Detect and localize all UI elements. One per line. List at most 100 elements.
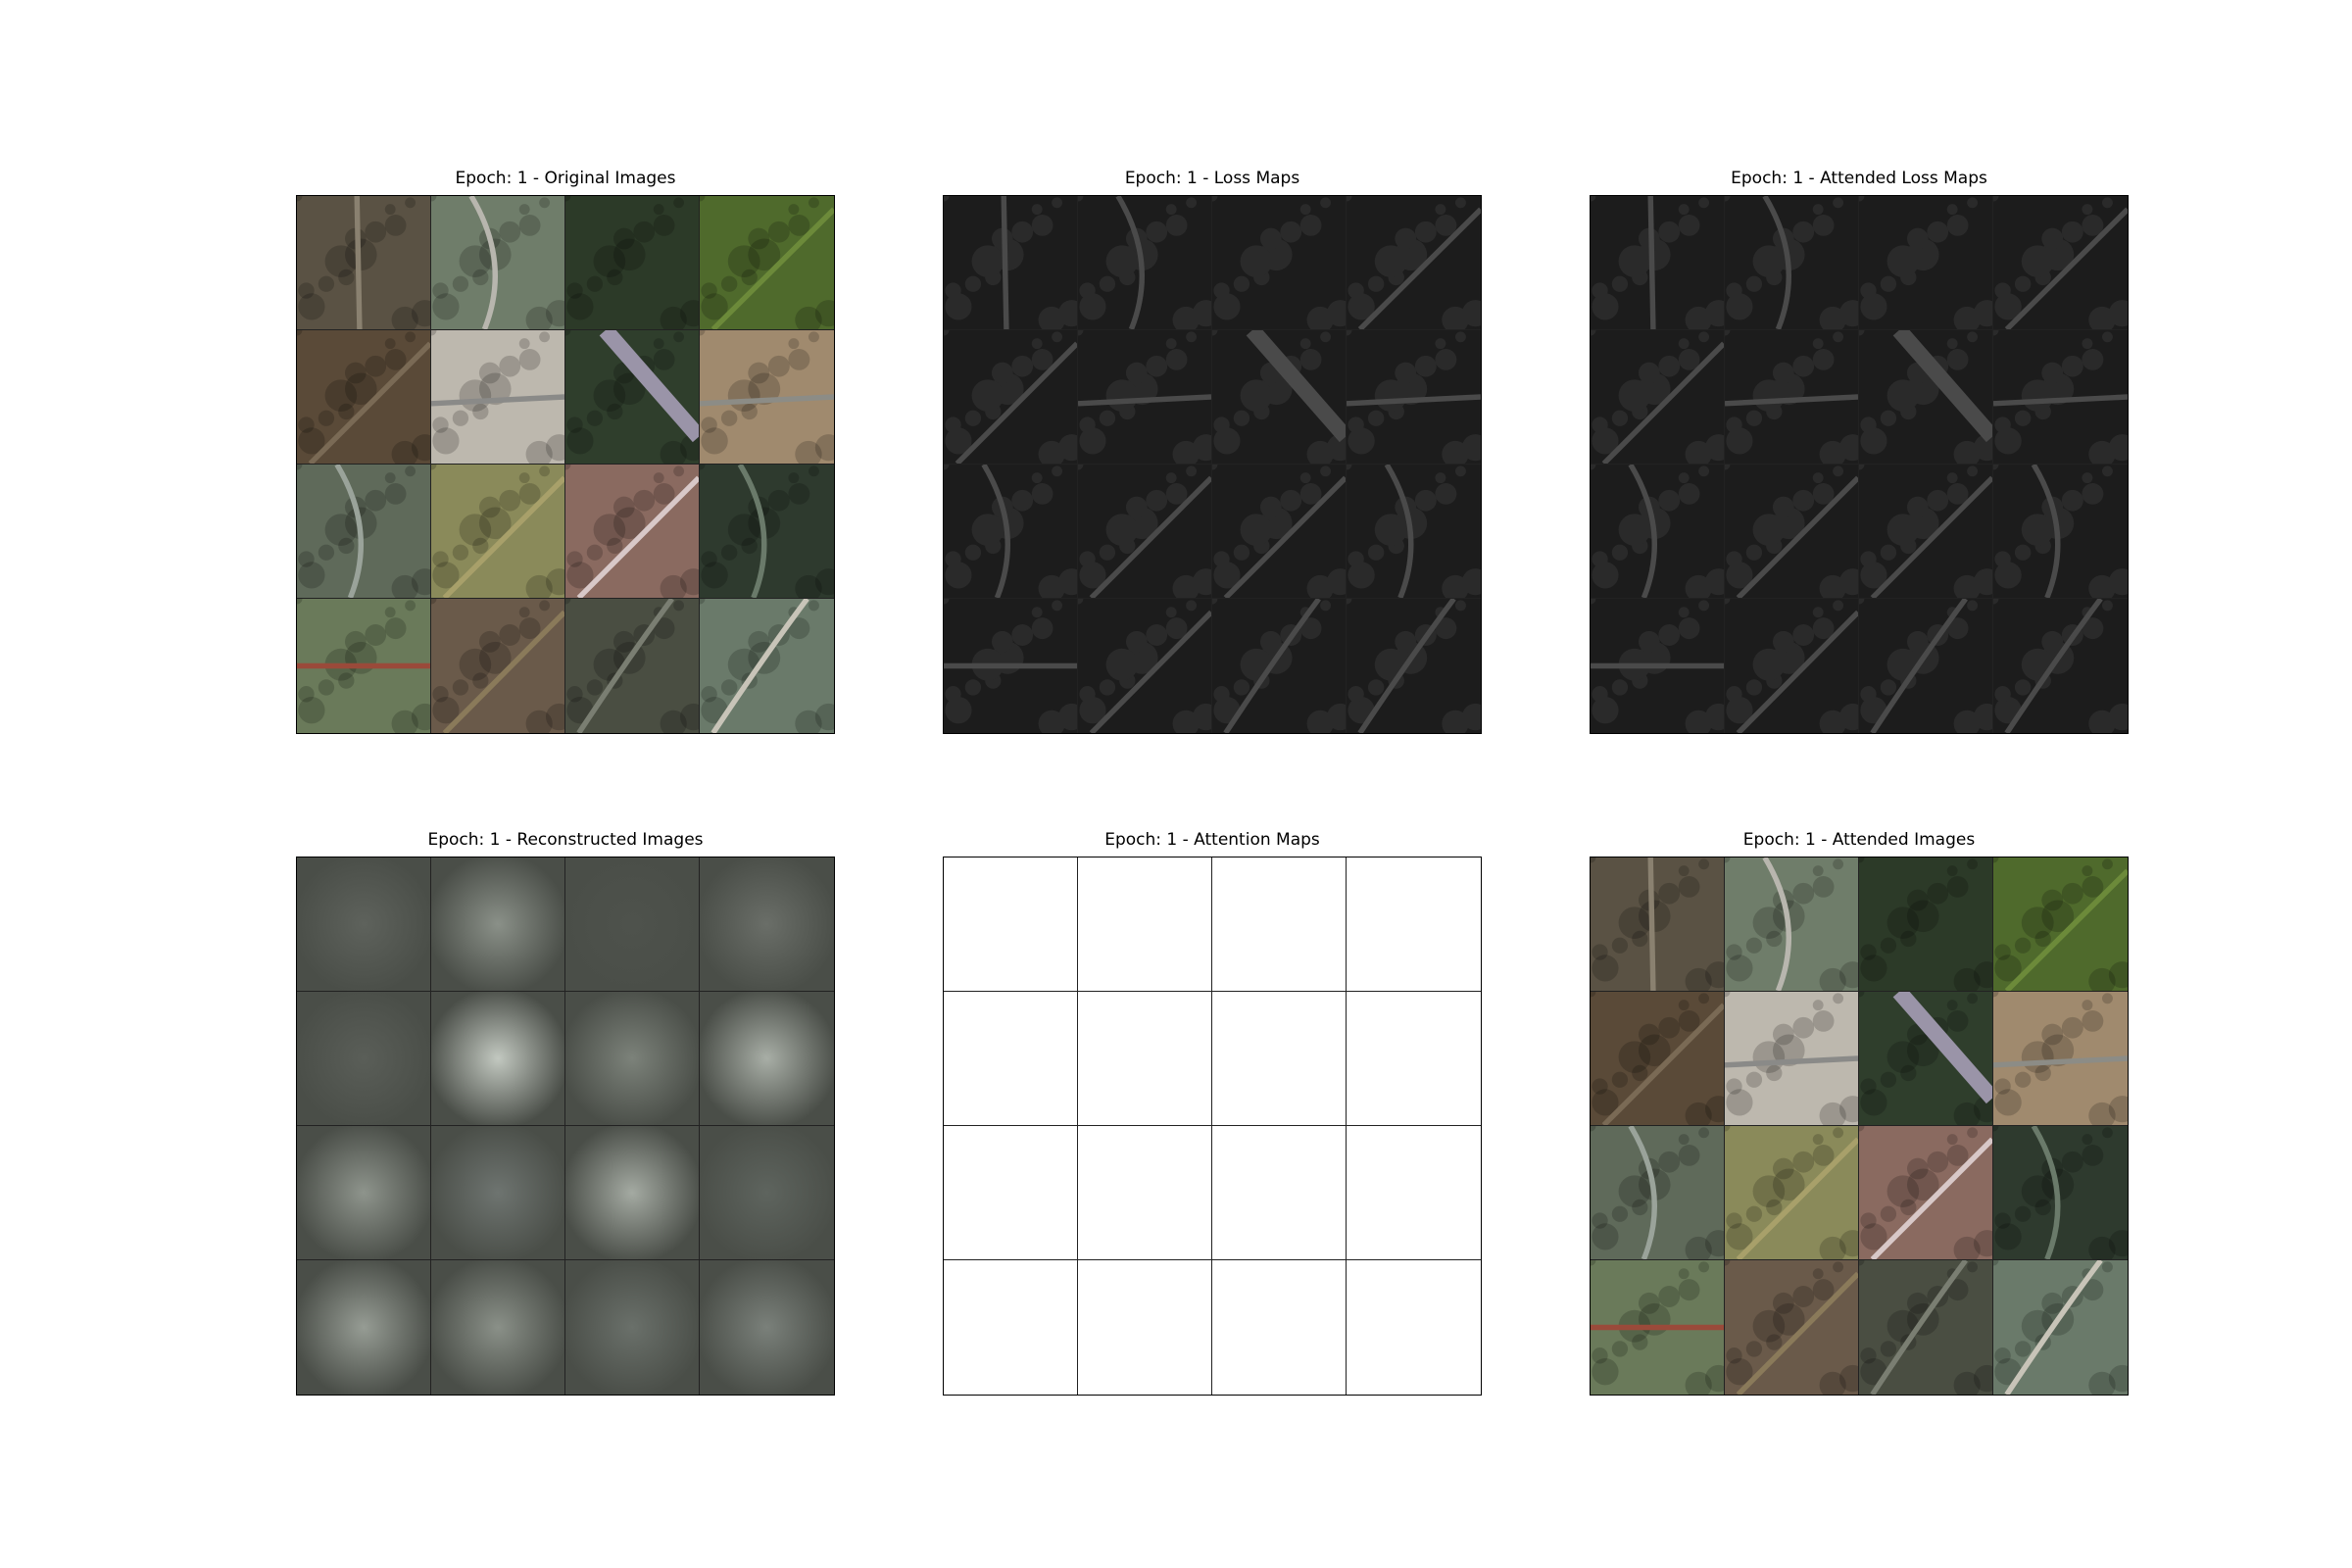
loss-map-tile	[1078, 599, 1212, 733]
attention-map-tile	[1078, 1260, 1212, 1395]
aerial-image-tile	[565, 599, 700, 733]
attention-map-tile	[1347, 1260, 1481, 1395]
aerial-image-tile	[1725, 992, 1859, 1126]
reconstructed-tile	[565, 1260, 700, 1395]
attention-map-tile	[944, 1260, 1078, 1395]
panel-title: Epoch: 1 - Original Images	[455, 169, 676, 188]
loss-map-tile	[1212, 330, 1347, 465]
loss-map-tile	[1347, 465, 1481, 599]
loss-map-tile	[944, 465, 1078, 599]
reconstructed-tile	[565, 1126, 700, 1260]
reconstructed-tile	[700, 1126, 834, 1260]
loss-map-tile	[1347, 599, 1481, 733]
loss-map-tile	[1212, 196, 1347, 330]
aerial-image-tile	[565, 330, 700, 465]
loss-map-tile	[1078, 196, 1212, 330]
attention-map-tile	[1212, 858, 1347, 992]
panel-title: Epoch: 1 - Attended Images	[1742, 830, 1976, 850]
loss-map-tile	[944, 330, 1078, 465]
reconstructed-tile	[565, 992, 700, 1126]
reconstructed-tile	[297, 992, 431, 1126]
loss-maps-grid	[943, 195, 1482, 734]
reconstructed-tile	[565, 858, 700, 992]
aerial-image-tile	[297, 465, 431, 599]
loss-map-tile	[1725, 196, 1859, 330]
aerial-image-tile	[565, 196, 700, 330]
attention-maps-grid	[943, 857, 1482, 1396]
attention-map-tile	[1078, 992, 1212, 1126]
aerial-image-tile	[1859, 1126, 1993, 1260]
aerial-image-tile	[1993, 858, 2128, 992]
attended-loss-maps-grid	[1590, 195, 2129, 734]
aerial-image-tile	[700, 196, 834, 330]
attention-map-tile	[1212, 1126, 1347, 1260]
aerial-image-tile	[431, 465, 565, 599]
loss-map-tile	[1078, 330, 1212, 465]
loss-map-tile	[1993, 465, 2128, 599]
reconstructed-tile	[700, 992, 834, 1126]
attention-map-tile	[1212, 1260, 1347, 1395]
attention-map-tile	[1078, 1126, 1212, 1260]
aerial-image-tile	[1725, 1260, 1859, 1395]
loss-map-tile	[1212, 599, 1347, 733]
panel-title: Epoch: 1 - Attention Maps	[1104, 830, 1320, 850]
loss-map-tile	[1725, 599, 1859, 733]
panel-title: Epoch: 1 - Loss Maps	[1124, 169, 1300, 188]
loss-map-tile	[1591, 196, 1725, 330]
reconstructed-tile	[431, 1126, 565, 1260]
loss-map-tile	[1859, 330, 1993, 465]
aerial-image-tile	[1725, 1126, 1859, 1260]
aerial-image-tile	[1993, 992, 2128, 1126]
attention-map-tile	[1347, 1126, 1481, 1260]
attended-images-grid	[1590, 857, 2129, 1396]
loss-map-tile	[1591, 330, 1725, 465]
aerial-image-tile	[700, 465, 834, 599]
aerial-image-tile	[1591, 1260, 1725, 1395]
reconstructed-tile	[700, 1260, 834, 1395]
reconstructed-tile	[297, 1126, 431, 1260]
aerial-image-tile	[565, 465, 700, 599]
attention-map-tile	[944, 1126, 1078, 1260]
loss-map-tile	[1993, 330, 2128, 465]
attention-map-tile	[1212, 992, 1347, 1126]
aerial-image-tile	[1859, 858, 1993, 992]
aerial-image-tile	[1993, 1260, 2128, 1395]
reconstructed-tile	[431, 1260, 565, 1395]
attention-map-tile	[944, 992, 1078, 1126]
aerial-image-tile	[297, 330, 431, 465]
loss-map-tile	[1725, 330, 1859, 465]
loss-map-tile	[1347, 330, 1481, 465]
reconstructed-tile	[297, 858, 431, 992]
aerial-image-tile	[1591, 992, 1725, 1126]
aerial-image-tile	[1725, 858, 1859, 992]
panel-title: Epoch: 1 - Reconstructed Images	[427, 830, 704, 850]
aerial-image-tile	[297, 196, 431, 330]
loss-map-tile	[944, 196, 1078, 330]
reconstructed-tile	[297, 1260, 431, 1395]
aerial-image-tile	[1993, 1126, 2128, 1260]
loss-map-tile	[1993, 599, 2128, 733]
loss-map-tile	[1591, 599, 1725, 733]
loss-map-tile	[1347, 196, 1481, 330]
aerial-image-tile	[1859, 1260, 1993, 1395]
loss-map-tile	[1859, 196, 1993, 330]
aerial-image-tile	[431, 196, 565, 330]
aerial-image-tile	[1591, 1126, 1725, 1260]
attention-map-tile	[1347, 992, 1481, 1126]
aerial-image-tile	[700, 599, 834, 733]
aerial-image-tile	[1859, 992, 1993, 1126]
loss-map-tile	[1078, 465, 1212, 599]
aerial-image-tile	[431, 330, 565, 465]
reconstructed-tile	[700, 858, 834, 992]
aerial-image-tile	[431, 599, 565, 733]
aerial-image-tile	[297, 599, 431, 733]
loss-map-tile	[1859, 599, 1993, 733]
reconstructed-tile	[431, 992, 565, 1126]
loss-map-tile	[1725, 465, 1859, 599]
loss-map-tile	[1591, 465, 1725, 599]
panel-title: Epoch: 1 - Attended Loss Maps	[1731, 169, 1987, 188]
reconstructed-tile	[431, 858, 565, 992]
loss-map-tile	[944, 599, 1078, 733]
attention-map-tile	[944, 858, 1078, 992]
loss-map-tile	[1993, 196, 2128, 330]
